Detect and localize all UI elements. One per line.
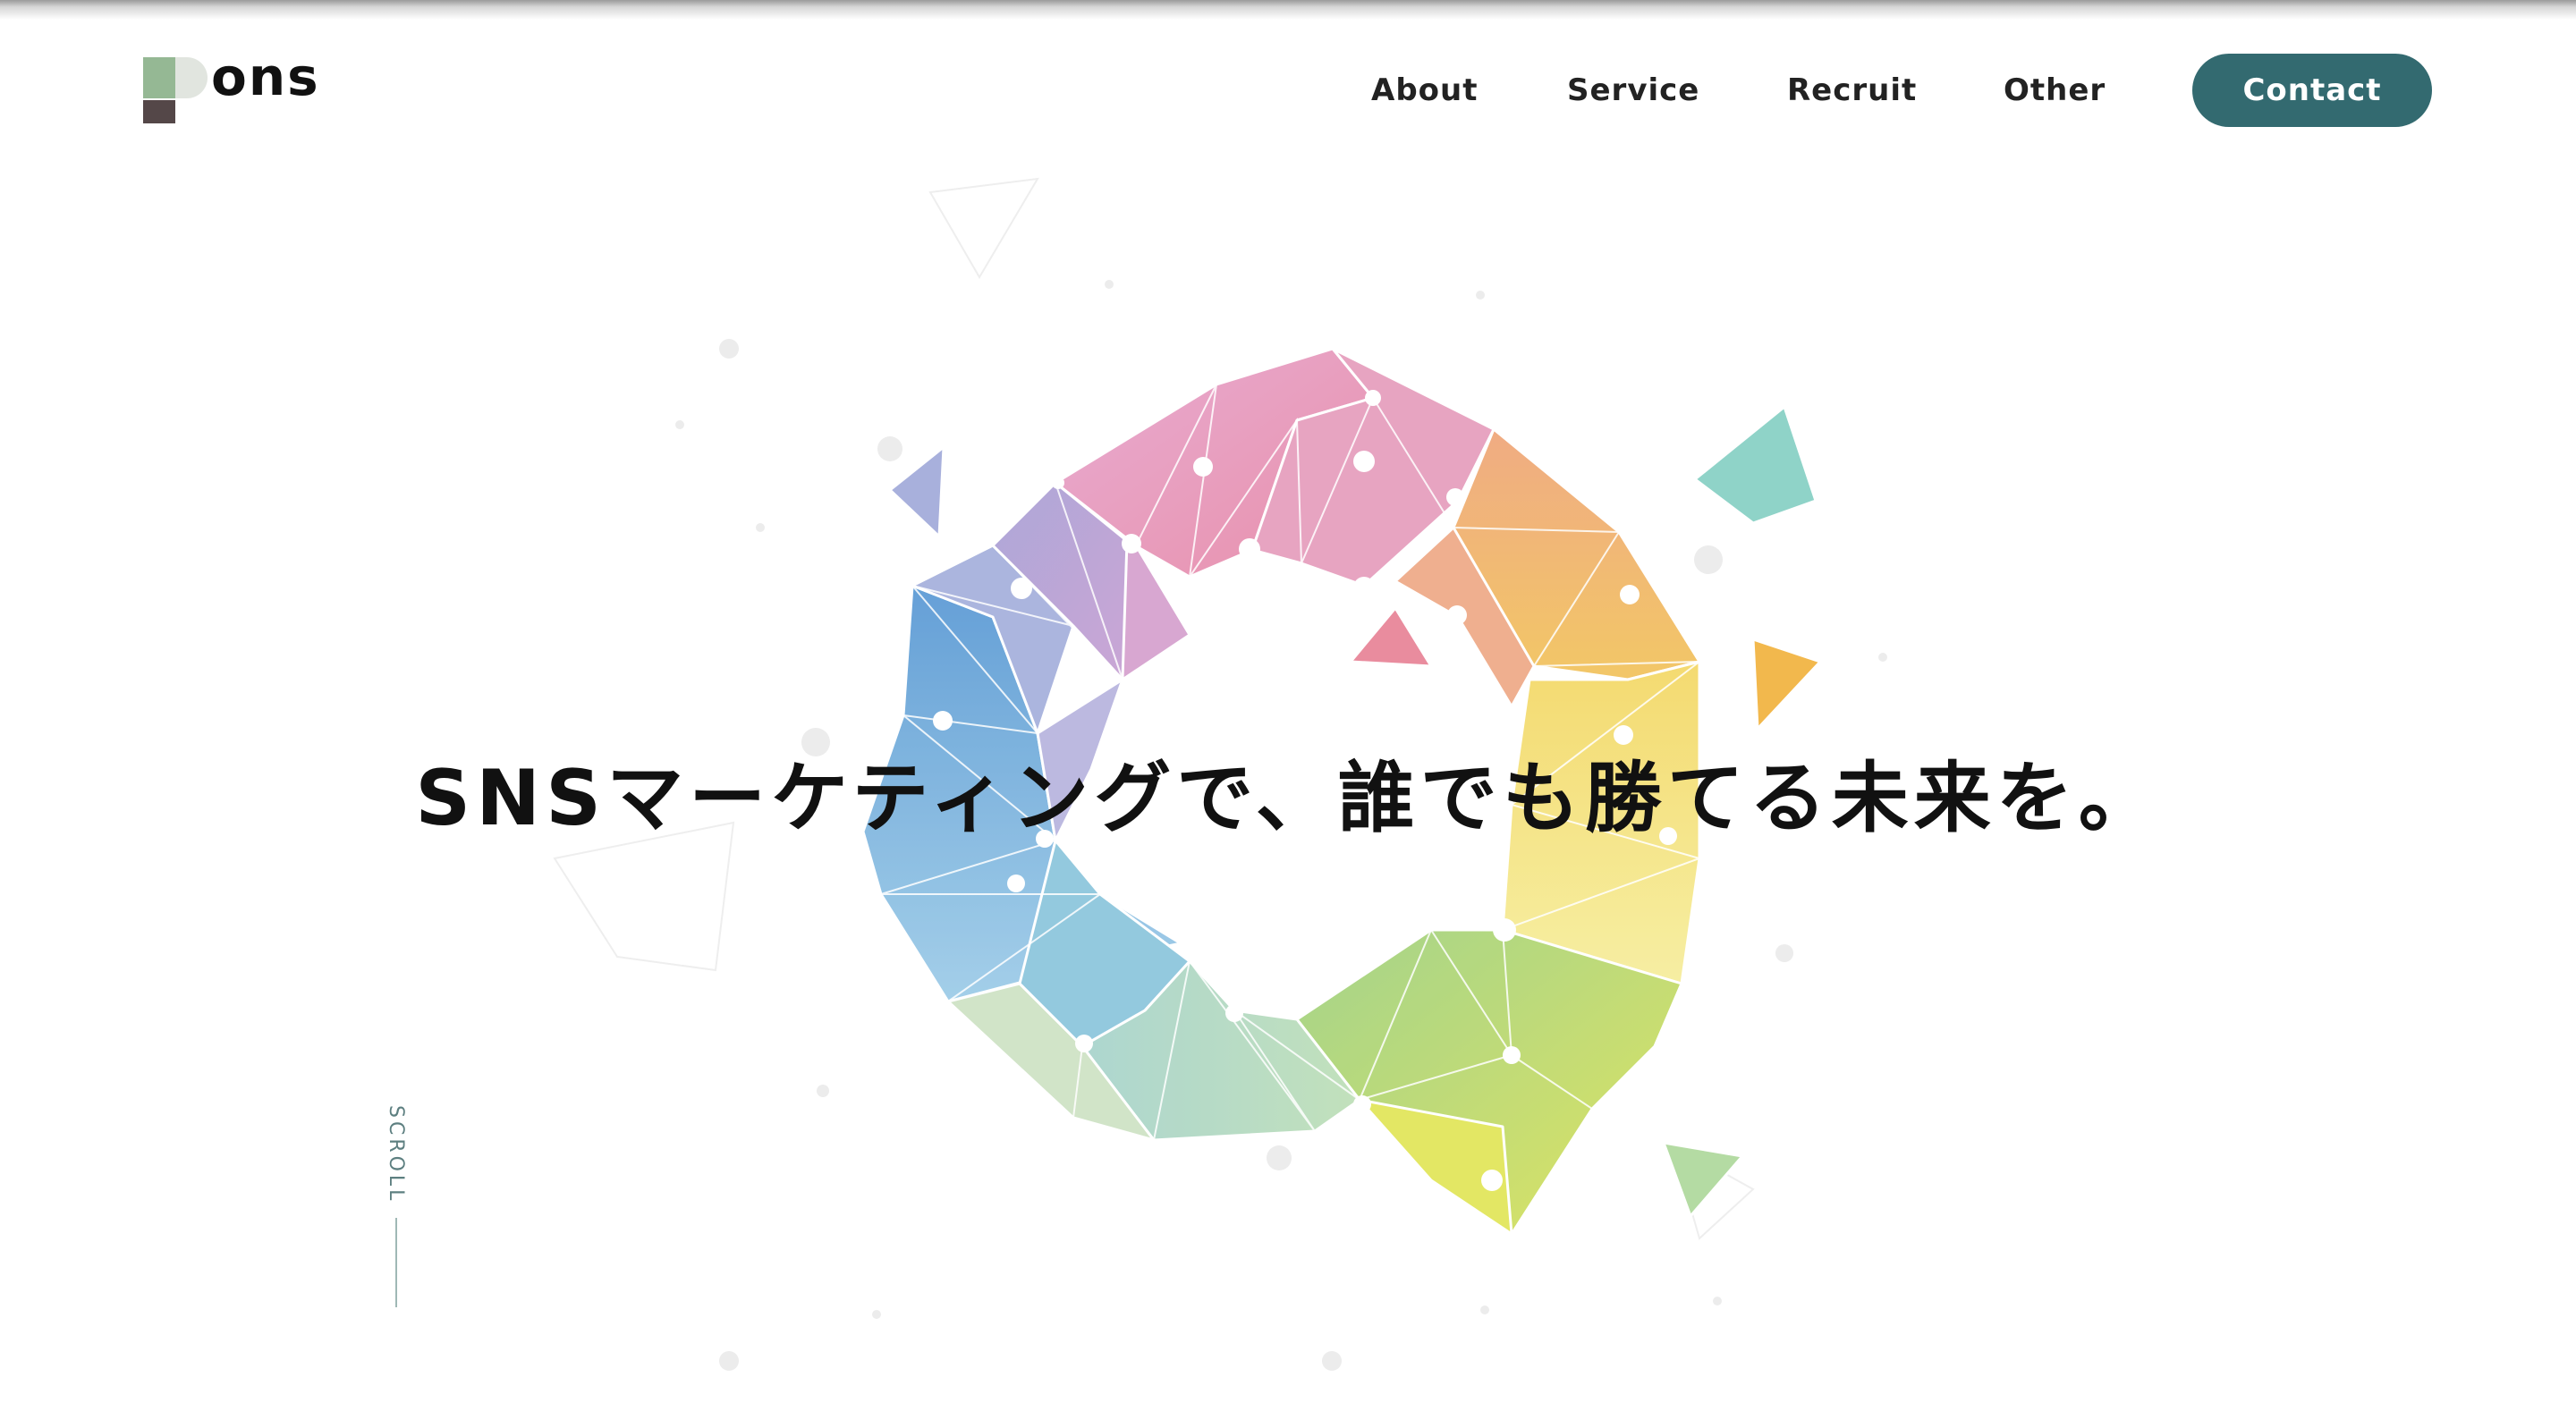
logo-mark-brown <box>143 100 175 123</box>
logo-mark-bowl <box>175 57 208 98</box>
nav-link-service[interactable]: Service <box>1567 72 1699 108</box>
page: ons About Service Recruit Other Contact … <box>0 0 2576 1411</box>
nav-link-other[interactable]: Other <box>2004 72 2106 108</box>
scroll-label: SCROLL <box>385 1105 407 1204</box>
nav-link-about[interactable]: About <box>1371 72 1478 108</box>
contact-button[interactable]: Contact <box>2192 54 2432 127</box>
scroll-line <box>395 1218 397 1307</box>
logo-mark-green <box>143 57 175 98</box>
logo-wordmark: ons <box>211 46 320 107</box>
site-logo[interactable]: ons <box>143 46 331 125</box>
nav-link-recruit[interactable]: Recruit <box>1787 72 1917 108</box>
hero-headline: SNSマーケティングで、誰でも勝てる未来を。 <box>415 754 2161 843</box>
